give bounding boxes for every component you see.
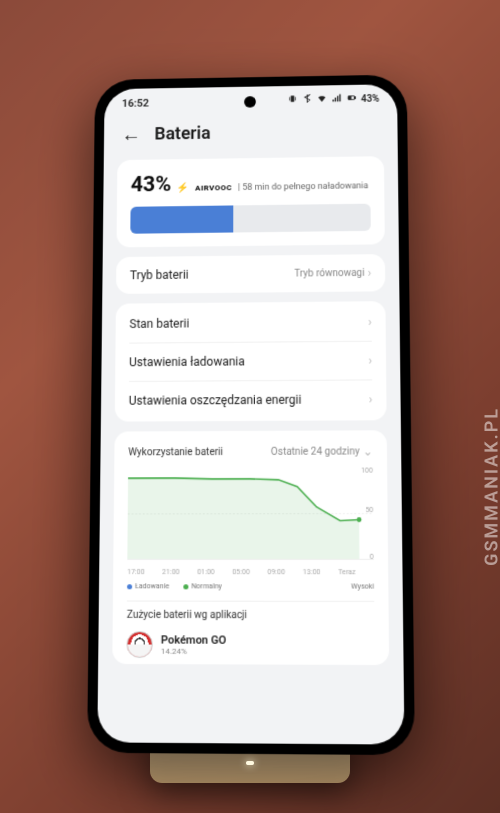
camera-hole xyxy=(244,96,256,108)
status-icons: 43% xyxy=(287,92,379,107)
row-power-saving[interactable]: Ustawienia oszczędzania energii › xyxy=(129,379,373,419)
usage-period-selector[interactable]: Ostatnie 24 godziny ⌄ xyxy=(271,444,373,458)
row-label: Ustawienia oszczędzania energii xyxy=(129,392,302,407)
status-time: 16:52 xyxy=(122,96,149,109)
legend-label: Ładowanie xyxy=(135,582,169,590)
legend-label: Normalny xyxy=(191,582,221,590)
charging-bolt-icon: ⚡ xyxy=(177,182,189,193)
x-tick: 21:00 xyxy=(162,568,180,576)
battery-progress xyxy=(130,203,370,233)
apps-usage-title: Zużycie baterii wg aplikacji xyxy=(127,600,375,625)
content: 43% ⚡ AIRVOOC | 58 min do pełnego nałado… xyxy=(97,155,404,744)
chart-x-labels: 17:00 21:00 01:00 05:00 09:00 13:00 Tera… xyxy=(127,565,374,575)
app-icon-pokemon xyxy=(126,631,152,658)
screen: 16:52 43% ← xyxy=(97,84,404,744)
row-label: Stan baterii xyxy=(129,316,189,330)
back-icon[interactable]: ← xyxy=(121,122,141,146)
x-tick: 01:00 xyxy=(197,568,215,576)
page-header: ← Bateria xyxy=(104,108,398,159)
battery-percent-row: 43% ⚡ AIRVOOC | 58 min do pełnego nałado… xyxy=(131,169,371,196)
app-usage-pct: 14.24% xyxy=(161,646,375,656)
x-tick: 17:00 xyxy=(127,567,145,575)
chart-legend: Ładowanie Normalny Wysoki xyxy=(127,576,374,601)
app-usage-row[interactable]: Pokémon GO 14.24% xyxy=(126,625,374,665)
legend-dot-normal xyxy=(183,583,188,588)
battery-usage-chart[interactable]: 100 50 0 xyxy=(127,468,373,559)
battery-percent: 43% xyxy=(131,172,172,197)
site-watermark: GSMMANIAK.PL xyxy=(482,407,500,566)
row-label: Ustawienia ładowania xyxy=(129,354,245,369)
phone-frame: 16:52 43% ← xyxy=(87,74,415,755)
status-battery-pct: 43% xyxy=(361,93,380,104)
legend-label-high: Wysoki xyxy=(351,582,374,590)
app-name: Pokémon GO xyxy=(161,633,375,647)
bluetooth-icon xyxy=(302,93,313,107)
row-battery-health[interactable]: Stan baterii › xyxy=(129,303,371,342)
chevron-right-icon: › xyxy=(368,315,372,329)
battery-settings-list: Stan baterii › Ustawienia ładowania › Us… xyxy=(115,301,387,421)
legend-dot-charging xyxy=(127,583,132,588)
x-tick: Teraz xyxy=(338,568,355,576)
x-tick: 09:00 xyxy=(267,568,285,576)
battery-mode-value: Tryb równowagi xyxy=(294,267,364,278)
usage-period-label: Ostatnie 24 godziny xyxy=(271,445,360,456)
signal-icon xyxy=(331,92,342,106)
battery-icon xyxy=(346,92,357,106)
chevron-down-icon: ⌄ xyxy=(363,444,373,458)
stand-led xyxy=(246,761,254,765)
chevron-right-icon: › xyxy=(369,392,373,406)
chevron-right-icon: › xyxy=(367,265,371,279)
charge-tech-label: AIRVOOC xyxy=(195,183,232,192)
battery-mode-label: Tryb baterii xyxy=(130,267,189,281)
page-title: Bateria xyxy=(154,123,210,144)
x-tick: 13:00 xyxy=(303,568,321,576)
wifi-icon xyxy=(317,92,328,106)
battery-progress-fill xyxy=(130,205,233,233)
usage-title: Wykorzystanie baterii xyxy=(128,446,223,457)
charge-eta: | 58 min do pełnego naładowania xyxy=(238,181,368,192)
battery-summary-card: 43% ⚡ AIRVOOC | 58 min do pełnego nałado… xyxy=(116,156,384,247)
chevron-right-icon: › xyxy=(368,353,372,367)
x-tick: 05:00 xyxy=(232,568,250,576)
vibrate-icon xyxy=(287,93,298,106)
chart-svg xyxy=(127,468,373,558)
battery-mode-card[interactable]: Tryb baterii Tryb równowagi › xyxy=(116,254,385,294)
usage-card: Wykorzystanie baterii Ostatnie 24 godzin… xyxy=(112,430,389,665)
row-charging-settings[interactable]: Ustawienia ładowania › xyxy=(129,340,372,380)
